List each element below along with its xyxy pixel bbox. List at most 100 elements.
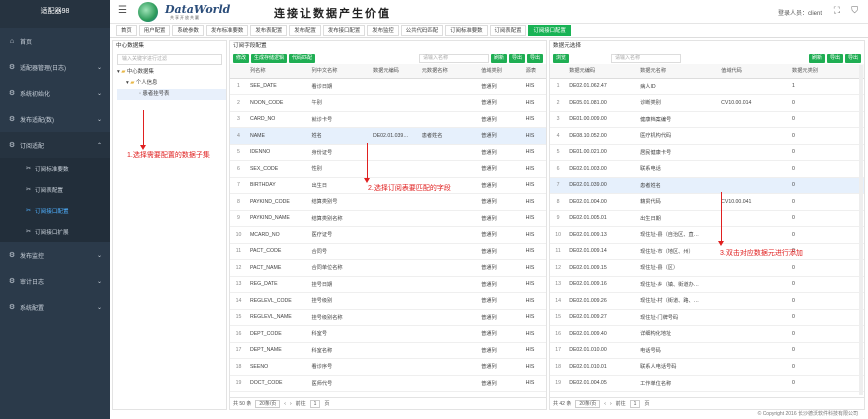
table-row[interactable]: 13 REG_DATE 挂号日期 普通列 HIS xyxy=(230,276,546,293)
tab-sub-table[interactable]: 订阅表配置 xyxy=(489,25,527,36)
generate-logic-button[interactable]: 生成存储逻辑 xyxy=(251,53,288,63)
sidebar-item-publish[interactable]: ⚙ 发布适配(数) ⌄ xyxy=(0,106,110,132)
table-row[interactable]: 2 DE05.01.081.00 诊断类别 CV10.00.014 0 xyxy=(550,94,864,112)
tab-home[interactable]: 首页 xyxy=(116,25,137,36)
column-header[interactable]: 元数据名称 xyxy=(418,64,479,79)
search-input[interactable]: 请输入名称 xyxy=(611,53,682,63)
page-input[interactable]: 1 xyxy=(629,399,641,408)
column-header[interactable]: 数据元类别 xyxy=(789,64,864,79)
table-row[interactable]: 18 DE02.01.010.01 联系人电话号码 0 xyxy=(550,358,864,376)
prev-page-icon[interactable]: ‹ xyxy=(604,401,606,407)
table-row[interactable]: 17 DEPT_NAME 科室名称 普通列 HIS xyxy=(230,342,546,359)
column-header[interactable]: 值域代码 xyxy=(718,64,790,79)
table-row[interactable]: 12 PACT_NAME 合同单位名称 普通列 HIS xyxy=(230,259,546,277)
table-row[interactable]: 15 DE02.01.009.27 现住址-门牌号码 0 xyxy=(550,309,864,326)
refresh-button[interactable]: 刷新 xyxy=(808,53,825,63)
sidebar-subitem-table-config[interactable]: ✂ 订阅表配置 xyxy=(0,179,110,200)
search-input[interactable]: 请输入名称 xyxy=(418,53,489,63)
column-header[interactable] xyxy=(230,64,247,79)
tab-sys-params[interactable]: 系统参数 xyxy=(172,25,204,36)
table-row[interactable]: 14 DE02.01.009.26 现住址-村（街道、路、… 0 xyxy=(550,292,864,310)
scrollbar[interactable] xyxy=(859,65,863,395)
sidebar-subitem-interface-config[interactable]: ✂ 订阅接口配置 xyxy=(0,200,110,221)
column-header[interactable]: 列中文名称 xyxy=(308,64,370,79)
browse-button[interactable]: 浏览 xyxy=(553,53,570,63)
table-row[interactable]: 10 MCARD_NO 医疗证号 普通列 HIS xyxy=(230,226,546,244)
table-row[interactable]: 1 SEE_DATE 看诊日期 普通列 HIS xyxy=(230,78,546,95)
table-row[interactable]: 11 PACT_CODE 合同号 普通列 HIS xyxy=(230,243,546,260)
table-row[interactable]: 18 SEENO 看诊序号 普通列 HIS xyxy=(230,358,546,376)
table-row[interactable]: 19 DOCT_CODE 医师代号 普通列 HIS xyxy=(230,375,546,392)
column-header[interactable]: 源表 xyxy=(522,64,546,79)
tree-node-selected[interactable]: ▫ 患者挂号表 xyxy=(117,89,226,100)
column-header[interactable]: 数据元编码 xyxy=(369,64,419,79)
table-row[interactable]: 14 REGLEVL_CODE 挂号级别 普通列 HIS xyxy=(230,292,546,310)
tab-pub-config[interactable]: 发布配置 xyxy=(289,25,321,36)
column-header[interactable]: 列名称 xyxy=(246,64,309,79)
table-row[interactable]: 8 DE02.01.004.00 籍贯代码 CV10.00.041 0 xyxy=(550,193,864,211)
sidebar-subitem-interface-ext[interactable]: ✂ 订阅接口扩展 xyxy=(0,221,110,242)
tab-pub-interface[interactable]: 发布接口配置 xyxy=(322,25,366,36)
sidebar-subitem-standard[interactable]: ✂ 订阅标准要数 xyxy=(0,158,110,179)
tree-node[interactable]: ▾ ▰ 中心数据集 xyxy=(117,67,226,78)
table-row[interactable]: 3 DE01.00.009.00 健康档案编号 0 xyxy=(550,111,864,128)
table-row[interactable]: 11 DE02.01.009.14 现住址-市（地区、州） 0 xyxy=(550,243,864,260)
table-row[interactable]: 16 DE02.01.009.40 详细构化地址 0 xyxy=(550,325,864,343)
table-row[interactable]: 8 PAYKIND_CODE 结算类别号 普通列 HIS xyxy=(230,193,546,211)
table-row[interactable]: 9 PAYKIND_NAME 结算类别名称 普通列 HIS xyxy=(230,210,546,227)
tree-filter-input[interactable]: 输入关键字进行过滤 xyxy=(117,54,222,65)
tree-node[interactable]: ▾ ▰ 个人信息 xyxy=(117,78,226,89)
sidebar-item-adapter-mgmt[interactable]: ⚙ 适配器管理(日志) ⌄ xyxy=(0,54,110,80)
table-row[interactable]: 16 DEPT_CODE 科室号 普通列 HIS xyxy=(230,325,546,343)
table-row[interactable]: 2 NOON_CODE 午别 普通列 HIS xyxy=(230,94,546,112)
page-size-select[interactable]: 20条/页 xyxy=(575,399,601,408)
tab-pub-table[interactable]: 发布表配置 xyxy=(250,25,288,36)
sidebar-item-monitor[interactable]: ⚙ 发布监控 ⌄ xyxy=(0,242,110,268)
tab-code-match[interactable]: 公共代码匹配 xyxy=(400,25,444,36)
table-row[interactable]: 4 NAME 姓名 DE02.01.039… 患者姓名 普通列 HIS xyxy=(230,127,546,145)
sidebar-item-init[interactable]: ⚙ 系统初始化 ⌄ xyxy=(0,80,110,106)
menu-icon[interactable]: ☰ xyxy=(118,5,127,16)
table-row[interactable]: 12 DE02.01.009.15 现住址-县（区） 0 xyxy=(550,259,864,277)
tab-pub-monitor[interactable]: 发布监控 xyxy=(367,25,399,36)
table-row[interactable]: 7 DE02.01.039.00 患者姓名 0 xyxy=(550,177,864,194)
table-row[interactable]: 19 DE02.01.004.05 工作单位名称 0 xyxy=(550,375,864,392)
fullscreen-icon[interactable]: ⛶ xyxy=(834,5,840,16)
export-button[interactable]: 导出 xyxy=(826,53,843,63)
table-row[interactable]: 13 DE02.01.009.16 现住址-乡（镇、街道办… 0 xyxy=(550,276,864,293)
table-row[interactable]: 5 IDENNO 身份证号 普通列 HIS xyxy=(230,144,546,161)
table-row[interactable]: 17 DE02.01.010.00 电话号码 0 xyxy=(550,342,864,359)
tab-sub-standard[interactable]: 订阅标准要数 xyxy=(445,25,488,36)
sidebar-item-home[interactable]: ⌂ 首页 xyxy=(0,28,110,54)
tab-user-config[interactable]: 用户配置 xyxy=(138,25,171,36)
table-row[interactable]: 6 DE02.01.003.00 联系电话 0 xyxy=(550,160,864,178)
sidebar-item-subscribe[interactable]: ⚙ 订阅适配 ⌃ xyxy=(0,132,110,158)
next-page-icon[interactable]: › xyxy=(610,401,612,407)
page-input[interactable]: 1 xyxy=(309,399,321,408)
column-header[interactable]: 值域类别 xyxy=(478,64,523,79)
export-button-2[interactable]: 导出 xyxy=(526,53,543,63)
column-header[interactable]: 数据元编码 xyxy=(566,64,638,79)
table-row[interactable]: 5 DE01.00.021.00 居民健康卡号 0 xyxy=(550,144,864,161)
next-page-icon[interactable]: › xyxy=(290,401,292,407)
table-row[interactable]: 10 DE02.01.009.13 现住址-县（自治区、直… 0 xyxy=(550,226,864,244)
user-avatar-icon[interactable]: ⛉ xyxy=(851,5,858,16)
column-header[interactable]: 数据元名称 xyxy=(637,64,719,79)
export-button-2[interactable]: 导出 xyxy=(844,53,861,63)
tab-sub-interface[interactable]: 订阅接口配置 xyxy=(528,25,571,36)
page-size-select[interactable]: 20条/页 xyxy=(255,399,281,408)
edit-button[interactable]: 修改 xyxy=(233,53,250,63)
column-header[interactable] xyxy=(550,64,567,79)
prev-page-icon[interactable]: ‹ xyxy=(284,401,286,407)
table-row[interactable]: 1 DE02.01.062.47 病人ID 1 xyxy=(550,78,864,95)
refresh-button[interactable]: 刷新 xyxy=(490,53,507,63)
export-button[interactable]: 导出 xyxy=(508,53,525,63)
code-match-button[interactable]: 代码匹配 xyxy=(289,53,316,63)
table-row[interactable]: 9 DE02.01.005.01 出生日期 0 xyxy=(550,210,864,227)
sidebar-item-sysconfig[interactable]: ⚙ 系统配置 ⌄ xyxy=(0,294,110,320)
table-row[interactable]: 6 SEX_CODE 性别 普通列 HIS xyxy=(230,160,546,178)
sidebar-item-audit[interactable]: ⚙ 审计日志 ⌄ xyxy=(0,268,110,294)
table-row[interactable]: 4 DE08.10.052.00 医疗机构代码 0 xyxy=(550,127,864,145)
table-row[interactable]: 3 CARD_NO 就诊卡号 普通列 HIS xyxy=(230,111,546,128)
tab-pub-standard[interactable]: 发布标准要数 xyxy=(205,25,249,36)
